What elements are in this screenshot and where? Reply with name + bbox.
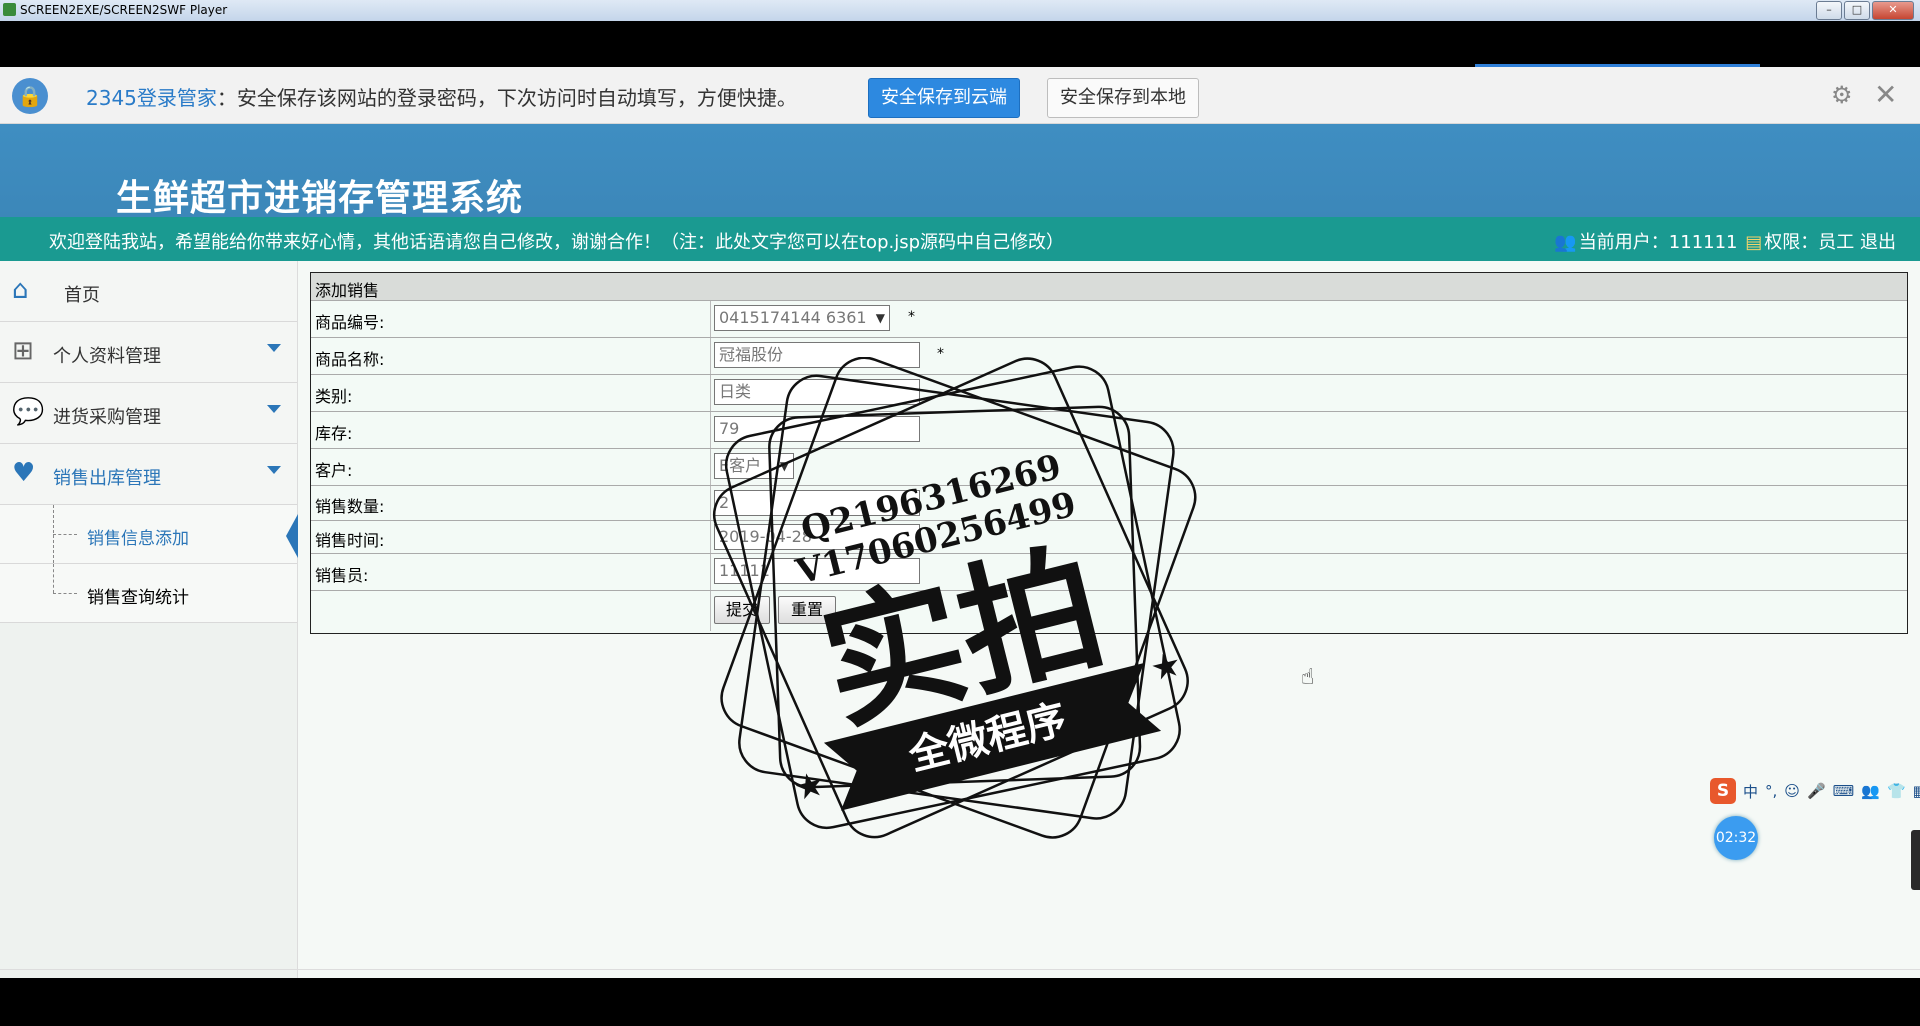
chevron-down-icon [267, 405, 281, 413]
sidebar-item-label: 进货采购管理 [53, 407, 161, 428]
heart-icon: ♥ [12, 458, 36, 488]
current-user-value: 111111 [1668, 232, 1738, 253]
role-label: 权限： [1764, 232, 1819, 253]
sidebar-item-label: 首页 [64, 285, 100, 306]
card-icon: ▤ [1745, 232, 1763, 253]
welcome-text: 欢迎登陆我站，希望能给你带来好心情，其他话语请您自己修改，谢谢合作！（注：此处文… [49, 232, 1065, 253]
maximize-button[interactable]: □ [1844, 1, 1870, 20]
chevron-down-icon [267, 466, 281, 474]
stock-label: 库存: [315, 424, 353, 443]
form-header: 添加销售 [311, 273, 1907, 301]
page-viewport: 🔒 2345登录管家：安全保存该网站的登录密码，下次访问时自动填写，方便快捷。 … [0, 67, 1920, 978]
product-code-select[interactable]: 0415174144 6361 ▼ [714, 305, 890, 331]
emoji-icon[interactable]: ☺ [1784, 782, 1800, 800]
current-user-label: 当前用户： [1578, 232, 1669, 253]
notify-text: ：安全保存该网站的登录密码，下次访问时自动填写，方便快捷。 [216, 86, 797, 110]
recording-timer[interactable]: 02:32 [1714, 816, 1758, 860]
sidebar-item-sales[interactable]: ♥ 销售出库管理 [0, 444, 297, 505]
role-value: 员工 [1818, 232, 1855, 253]
mic-icon[interactable]: 🎤 [1807, 782, 1826, 800]
logout-link[interactable]: 退出 [1860, 232, 1896, 253]
row-product-code: 商品编号: 0415174144 6361 ▼ * [311, 301, 1907, 338]
watermark-stamp: Q2196316269 V17060256499 实拍 全微程序 ★ ★ [713, 357, 1197, 839]
customer-label: 客户: [315, 461, 353, 480]
product-code-label: 商品编号: [315, 313, 385, 332]
svg-text:★: ★ [1146, 644, 1185, 690]
home-icon: ⌂ [12, 275, 29, 305]
form-title: 添加销售 [315, 281, 380, 300]
grid-menu-icon[interactable]: ▦ [1913, 782, 1920, 800]
sidebar: ⌂ 首页 ⊞ 个人资料管理 💬 进货采购管理 ♥ 销售出库管理 销售信息添加 销… [0, 261, 298, 978]
sidebar-item-home[interactable]: ⌂ 首页 [0, 261, 297, 322]
side-panel-handle[interactable] [1911, 830, 1920, 890]
skin-icon[interactable]: 👕 [1887, 782, 1906, 800]
seller-label: 销售员: [315, 566, 369, 585]
ime-toolbar: S 中 °, ☺ 🎤 ⌨ 👥 👕 ▦ [1710, 777, 1920, 805]
keyboard-icon[interactable]: ⌨ [1833, 782, 1855, 800]
page-title: 生鲜超市进销存管理系统 [116, 178, 524, 219]
quantity-label: 销售数量: [315, 497, 385, 516]
sidebar-item-label: 个人资料管理 [53, 346, 161, 367]
hand-cursor-icon: ☝ [1301, 665, 1315, 690]
password-save-bar: 🔒 2345登录管家：安全保存该网站的登录密码，下次访问时自动填写，方便快捷。 … [0, 67, 1920, 124]
category-label: 类别: [315, 387, 353, 406]
ime-punct-toggle[interactable]: °, [1765, 782, 1777, 800]
player-bottom-bar [0, 978, 1920, 1026]
user-icon: 👥 [1554, 232, 1577, 253]
window-titlebar: SCREEN2EXE/SCREEN2SWF Player – □ ✕ [0, 0, 1920, 21]
browser-tabbar [0, 21, 1920, 67]
minimize-button[interactable]: – [1816, 1, 1842, 20]
ime-mode-toggle[interactable]: 中 [1743, 781, 1758, 802]
required-mark: * [908, 309, 915, 325]
close-window-button[interactable]: ✕ [1872, 1, 1914, 20]
site-header: 生鲜超市进销存管理系统 [0, 124, 1920, 219]
welcome-bar: 欢迎登陆我站，希望能给你带来好心情，其他话语请您自己修改，谢谢合作！（注：此处文… [0, 217, 1920, 261]
sidebar-item-purchase[interactable]: 💬 进货采购管理 [0, 383, 297, 444]
active-pointer [286, 514, 298, 558]
save-local-button[interactable]: 安全保存到本地 [1047, 78, 1199, 118]
password-save-message: 2345登录管家：安全保存该网站的登录密码，下次访问时自动填写，方便快捷。 [86, 82, 797, 111]
user-info: 👥 当前用户：111111 ▤ 权限：员工 退出 [1552, 228, 1896, 254]
chat-icon: 💬 [12, 397, 45, 427]
svg-text:★: ★ [790, 763, 829, 809]
users-icon[interactable]: 👥 [1861, 782, 1880, 800]
sidebar-subitem-sales-add[interactable]: 销售信息添加 [0, 505, 298, 564]
save-cloud-button[interactable]: 安全保存到云端 [868, 78, 1020, 118]
sidebar-item-personal[interactable]: ⊞ 个人资料管理 [0, 322, 297, 383]
sogou-logo-icon[interactable]: S [1710, 778, 1736, 804]
notify-brand: 2345登录管家 [86, 86, 217, 110]
sidebar-subitem-label: 销售信息添加 [87, 529, 189, 549]
time-label: 销售时间: [315, 531, 385, 550]
window-title: SCREEN2EXE/SCREEN2SWF Player [20, 3, 228, 17]
app-icon [3, 3, 16, 16]
sidebar-subitem-label: 销售查询统计 [87, 588, 189, 608]
gear-icon[interactable]: ⚙ [1831, 81, 1853, 109]
sidebar-subitem-sales-query[interactable]: 销售查询统计 [0, 564, 297, 623]
chevron-down-icon [267, 344, 281, 352]
grid-icon: ⊞ [12, 336, 34, 366]
lock-icon: 🔒 [12, 78, 48, 114]
product-name-label: 商品名称: [315, 350, 385, 369]
close-icon[interactable]: ✕ [1874, 78, 1897, 111]
sidebar-item-label: 销售出库管理 [53, 468, 161, 489]
